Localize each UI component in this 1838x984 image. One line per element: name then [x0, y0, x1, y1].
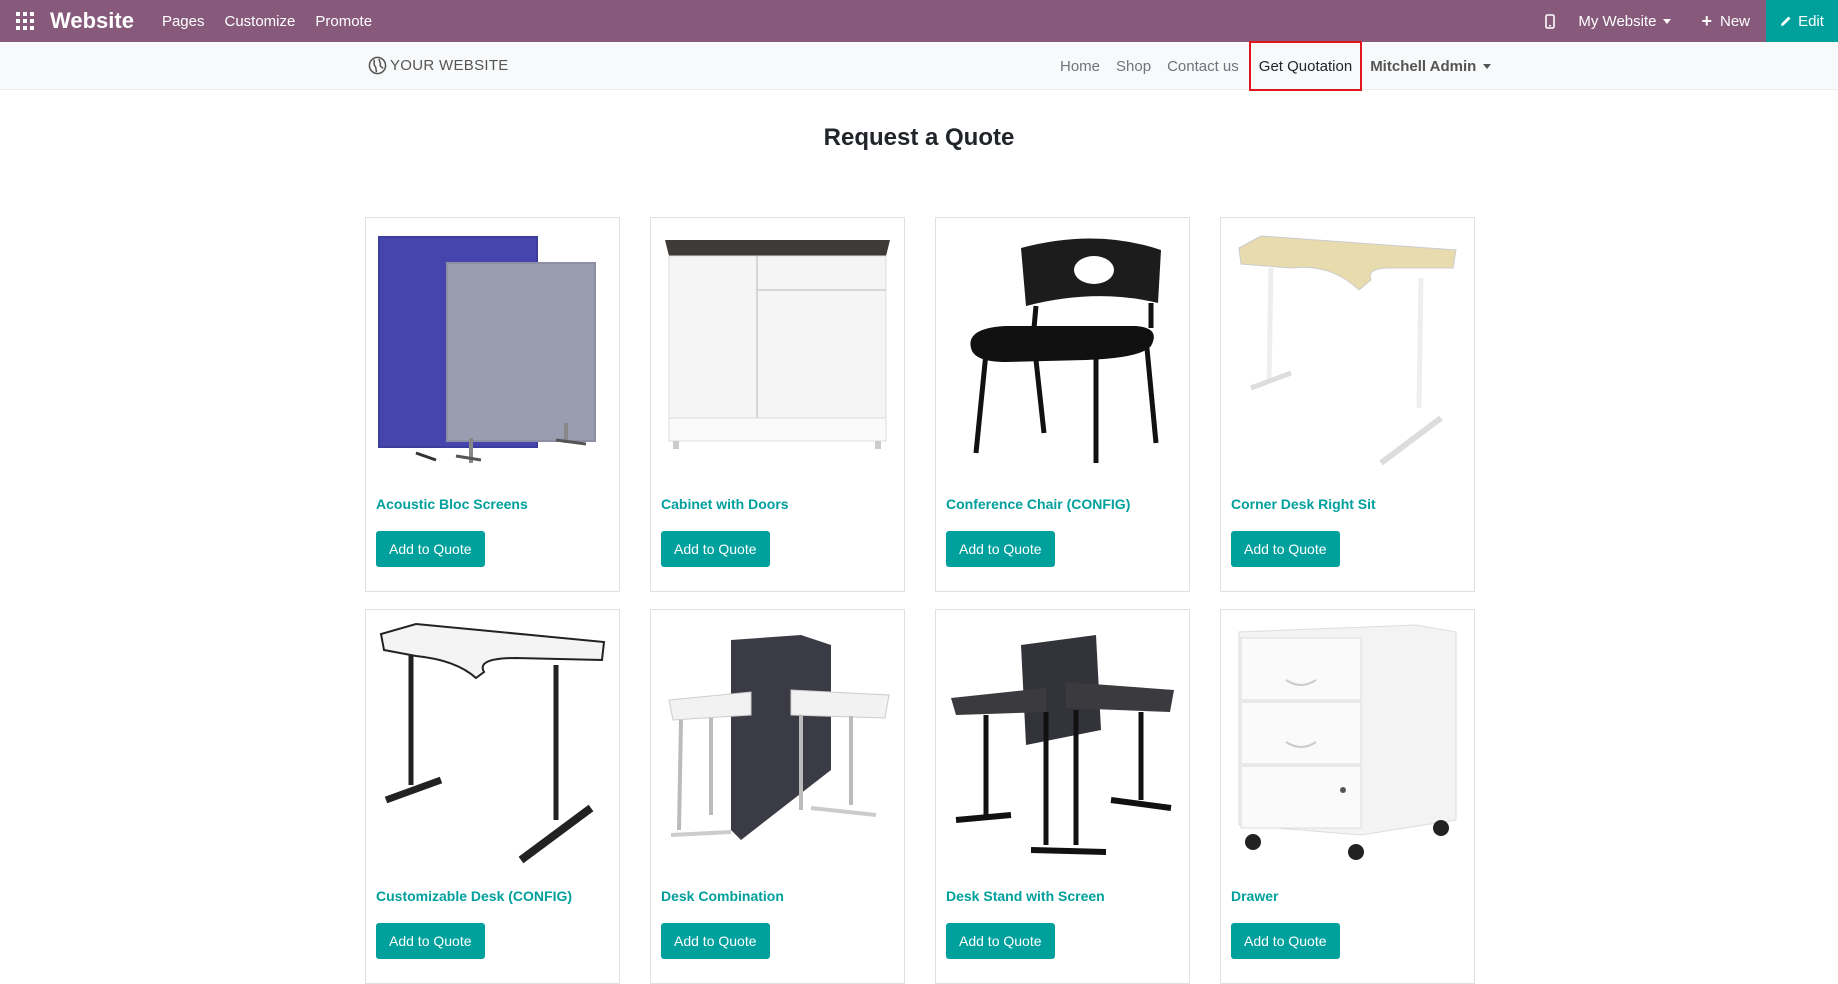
- site-header: YOUR WEBSITE Home Shop Contact us Get Qu…: [0, 41, 1838, 91]
- product-name[interactable]: Desk Combination: [661, 888, 784, 904]
- add-to-quote-button[interactable]: Add to Quote: [946, 923, 1055, 959]
- product-name[interactable]: Conference Chair (CONFIG): [946, 496, 1130, 512]
- new-button[interactable]: + New: [1701, 11, 1750, 32]
- acoustic-screen-icon: [378, 236, 596, 463]
- product-card: Drawer Add to Quote: [1220, 609, 1475, 984]
- product-image[interactable]: [376, 620, 609, 865]
- product-image[interactable]: [1231, 620, 1464, 865]
- product-card: Conference Chair (CONFIG) Add to Quote: [935, 217, 1190, 592]
- product-name[interactable]: Customizable Desk (CONFIG): [376, 888, 572, 904]
- apps-menu-icon[interactable]: [0, 0, 50, 42]
- edit-button[interactable]: Edit: [1766, 0, 1838, 42]
- product-card: Desk Stand with Screen Add to Quote: [935, 609, 1190, 984]
- corner-desk-icon: [1238, 235, 1457, 466]
- globe-icon: [368, 56, 387, 75]
- admin-bar-right: My Website + New Edit: [1530, 0, 1838, 42]
- user-name: Mitchell Admin: [1370, 57, 1477, 75]
- product-image[interactable]: [946, 228, 1179, 473]
- product-card: Acoustic Bloc Screens Add to Quote: [365, 217, 620, 592]
- add-to-quote-button[interactable]: Add to Quote: [376, 531, 485, 567]
- menu-customize[interactable]: Customize: [225, 13, 296, 30]
- chevron-down-icon: [1483, 63, 1492, 69]
- page-title: Request a Quote: [823, 124, 1015, 151]
- product-image[interactable]: [376, 228, 609, 473]
- mobile-preview-icon[interactable]: [1530, 0, 1570, 42]
- desk-combination-icon: [668, 635, 890, 840]
- user-menu[interactable]: Mitchell Admin: [1370, 57, 1492, 75]
- product-name[interactable]: Cabinet with Doors: [661, 496, 789, 512]
- product-name[interactable]: Corner Desk Right Sit: [1231, 496, 1376, 512]
- site-logo-text: YOUR WEBSITE: [390, 57, 509, 74]
- product-card: Desk Combination Add to Quote: [650, 609, 905, 984]
- new-button-label: New: [1719, 12, 1750, 30]
- drawer-icon: [1238, 624, 1457, 860]
- product-card: Cabinet with Doors Add to Quote: [650, 217, 905, 592]
- site-logo[interactable]: YOUR WEBSITE: [368, 56, 509, 75]
- add-to-quote-button[interactable]: Add to Quote: [661, 923, 770, 959]
- product-image[interactable]: [661, 620, 894, 865]
- website-selector[interactable]: My Website: [1578, 12, 1672, 30]
- product-card: Corner Desk Right Sit Add to Quote: [1220, 217, 1475, 592]
- add-to-quote-button[interactable]: Add to Quote: [1231, 923, 1340, 959]
- nav-shop[interactable]: Shop: [1116, 58, 1151, 75]
- add-to-quote-button[interactable]: Add to Quote: [946, 531, 1055, 567]
- chevron-down-icon: [1663, 18, 1672, 24]
- desk-icon: [379, 622, 606, 864]
- nav-home[interactable]: Home: [1060, 58, 1100, 75]
- add-to-quote-button[interactable]: Add to Quote: [1231, 531, 1340, 567]
- site-nav: Home Shop Contact us Get Quotation Mitch…: [1060, 41, 1492, 91]
- edit-button-label: Edit: [1798, 12, 1824, 30]
- nav-get-quotation[interactable]: Get Quotation: [1248, 41, 1363, 91]
- menu-promote[interactable]: Promote: [315, 13, 372, 30]
- product-image[interactable]: [1231, 228, 1464, 473]
- product-image[interactable]: [661, 228, 894, 473]
- nav-contact-us[interactable]: Contact us: [1167, 58, 1239, 75]
- app-name[interactable]: Website: [50, 8, 134, 34]
- product-name[interactable]: Drawer: [1231, 888, 1278, 904]
- admin-bar: Website Pages Customize Promote My Websi…: [0, 0, 1838, 42]
- add-to-quote-button[interactable]: Add to Quote: [376, 923, 485, 959]
- desk-stand-icon: [951, 635, 1174, 855]
- menu-pages[interactable]: Pages: [162, 13, 205, 30]
- product-name[interactable]: Acoustic Bloc Screens: [376, 496, 528, 512]
- website-selector-label: My Website: [1578, 12, 1657, 30]
- chair-icon: [970, 238, 1161, 463]
- plus-icon: +: [1701, 10, 1712, 31]
- cabinet-icon: [665, 240, 890, 449]
- product-name[interactable]: Desk Stand with Screen: [946, 888, 1105, 904]
- product-image[interactable]: [946, 620, 1179, 865]
- add-to-quote-button[interactable]: Add to Quote: [661, 531, 770, 567]
- pencil-icon: [1781, 16, 1791, 26]
- product-card: Customizable Desk (CONFIG) Add to Quote: [365, 609, 620, 984]
